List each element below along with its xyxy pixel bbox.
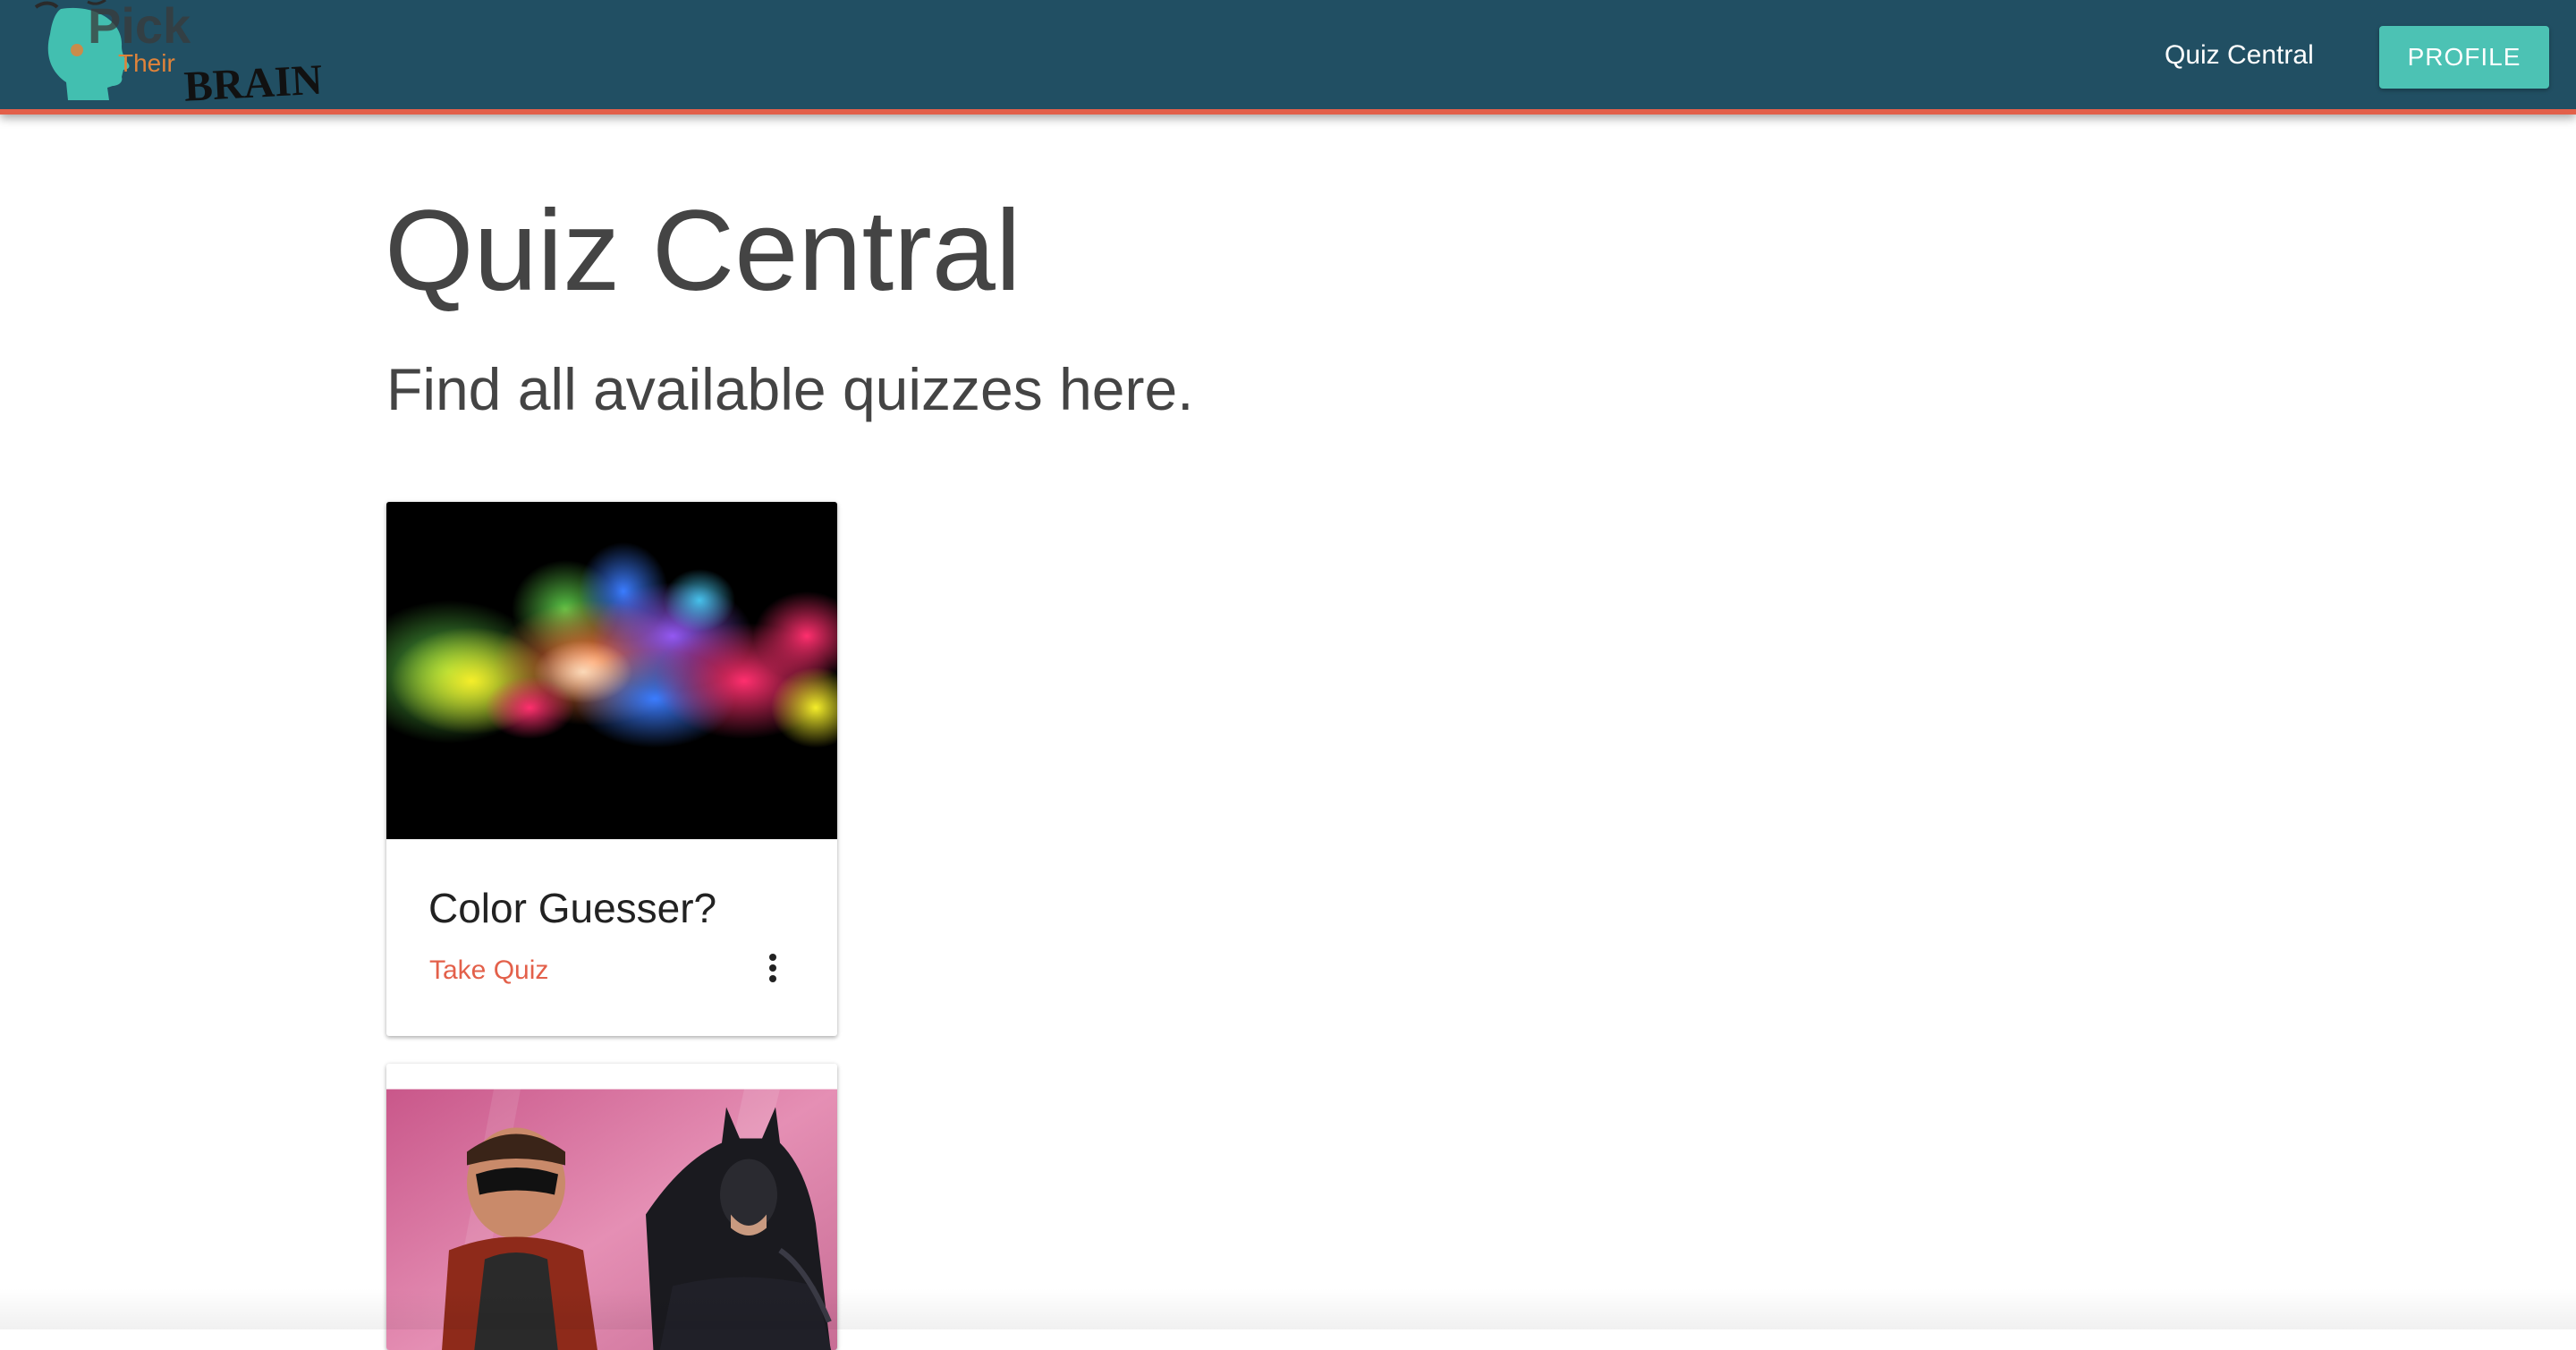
svg-text:Pick: Pick xyxy=(88,0,191,54)
page-title: Quiz Central xyxy=(385,184,1021,318)
svg-text:BRAIN: BRAIN xyxy=(182,56,324,109)
take-quiz-link[interactable]: Take Quiz xyxy=(429,955,548,986)
more-vert-icon[interactable] xyxy=(748,943,798,993)
top-navbar: Pick Their BRAIN Quiz Central PROFILE xyxy=(0,0,2576,115)
quiz-image-color-powder xyxy=(386,502,837,839)
logo-graphic: Pick Their BRAIN xyxy=(25,0,365,109)
quiz-image-superheroes xyxy=(386,1064,837,1350)
nav-link-quiz-central[interactable]: Quiz Central xyxy=(2165,38,2314,73)
profile-button[interactable]: PROFILE xyxy=(2379,26,2549,89)
quiz-card-content: Color Guesser? Take Quiz xyxy=(386,839,837,1036)
svg-text:Their: Their xyxy=(118,49,175,77)
quiz-card: Color Guesser? Take Quiz xyxy=(386,502,837,1036)
pick-their-brain-logo[interactable]: Pick Their BRAIN xyxy=(25,0,365,109)
quiz-card xyxy=(386,1064,837,1350)
page-subtitle: Find all available quizzes here. xyxy=(386,353,1194,425)
quiz-title: Color Guesser? xyxy=(428,884,716,932)
